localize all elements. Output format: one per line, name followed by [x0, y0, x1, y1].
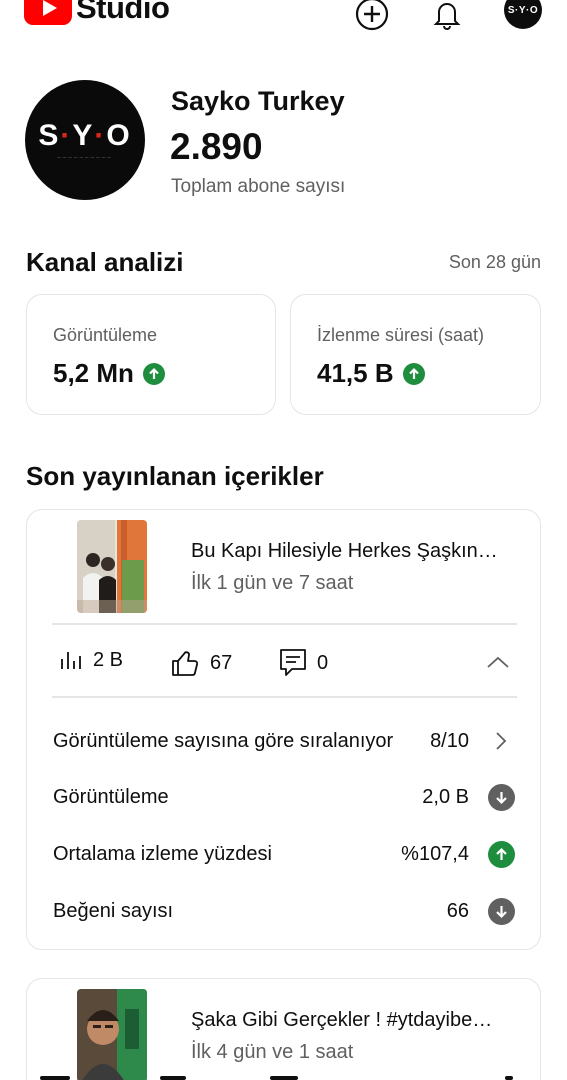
video-title[interactable]: Bu Kapı Hilesiyle Herkes Şaşkın…	[191, 540, 521, 563]
top-bar: Studio S·Y·O	[0, 0, 567, 40]
arrow-up-circle-icon	[487, 840, 515, 868]
chevron-right-icon	[487, 727, 515, 755]
recent-content-title: Son yayınlanan içerikler	[26, 461, 324, 491]
arrow-down-circle-icon	[487, 897, 515, 925]
metric-card-watch-time[interactable]: İzlenme süresi (saat) 41,5 B	[290, 294, 541, 415]
trend-up-icon	[142, 362, 165, 385]
nav-item-more[interactable]	[505, 1076, 513, 1080]
metric-label: Görüntüleme	[53, 325, 158, 345]
nav-item-analytics[interactable]	[270, 1076, 298, 1080]
row-value: 8/10	[430, 729, 469, 752]
metric-value: 5,2 Mn	[53, 358, 165, 389]
video-thumbnail[interactable]	[77, 989, 147, 1080]
likes-stat: 67	[170, 648, 232, 678]
youtube-play-icon	[24, 0, 72, 25]
row-label: Ortalama izleme yüzdesi	[53, 842, 272, 865]
metric-value: 41,5 B	[317, 358, 425, 389]
arrow-down-circle-icon	[487, 783, 515, 811]
avg-watch-percent-row: Ortalama izleme yüzdesi %107,4	[53, 834, 515, 874]
bottom-navigation-bar	[0, 1072, 567, 1080]
ranking-row[interactable]: Görüntüleme sayısına göre sıralanıyor 8/…	[53, 721, 515, 761]
video-title[interactable]: Şaka Gibi Gerçekler ! #ytdayibe…	[191, 1009, 521, 1032]
divider	[52, 696, 517, 698]
divider	[52, 623, 517, 625]
subscriber-count-label: Toplam abone sayısı	[171, 176, 346, 197]
likes-row: Beğeni sayısı 66	[53, 891, 515, 931]
likes-count: 67	[210, 651, 233, 674]
chevron-up-icon[interactable]	[485, 650, 511, 676]
comments-count: 0	[317, 651, 329, 674]
analytics-title: Kanal analizi	[26, 247, 184, 277]
views-count: 2 B	[93, 648, 124, 671]
video-card: Şaka Gibi Gerçekler ! #ytdayibe… İlk 4 g…	[26, 978, 541, 1080]
thumbs-up-icon	[172, 651, 199, 676]
row-value: %107,4	[401, 842, 469, 865]
row-label: Görüntüleme	[53, 785, 169, 808]
channel-logo: S·Y·O	[38, 119, 132, 152]
comment-icon	[280, 649, 306, 676]
views-row: Görüntüleme 2,0 B	[53, 777, 515, 817]
nav-item-home[interactable]	[40, 1076, 70, 1080]
row-value: 66	[446, 899, 469, 922]
video-age: İlk 4 gün ve 1 saat	[191, 1041, 354, 1063]
account-avatar[interactable]: S·Y·O	[504, 0, 542, 29]
metric-label: İzlenme süresi (saat)	[317, 325, 485, 345]
row-value: 2,0 B	[422, 785, 469, 808]
channel-logo-underline: ──────────	[57, 155, 113, 161]
nav-item-content[interactable]	[160, 1076, 186, 1080]
logo-text: Studio	[76, 0, 170, 25]
metric-card-views[interactable]: Görüntüleme 5,2 Mn	[26, 294, 276, 415]
trend-up-icon	[402, 362, 425, 385]
views-stat: 2 B	[59, 648, 123, 672]
subscriber-count: 2.890	[170, 126, 263, 167]
comments-stat: 0	[279, 648, 328, 678]
video-thumbnail[interactable]	[77, 520, 147, 613]
bell-icon[interactable]	[429, 0, 465, 32]
create-icon[interactable]	[354, 0, 390, 32]
youtube-studio-logo[interactable]: Studio	[24, 0, 170, 26]
row-label: Beğeni sayısı	[53, 899, 174, 922]
bar-chart-icon	[61, 652, 81, 669]
channel-name: Sayko Turkey	[171, 86, 345, 116]
video-age: İlk 1 gün ve 7 saat	[191, 572, 354, 594]
channel-avatar[interactable]: S·Y·O ──────────	[25, 80, 145, 200]
analytics-period[interactable]: Son 28 gün	[449, 252, 541, 273]
video-card: Bu Kapı Hilesiyle Herkes Şaşkın… İlk 1 g…	[26, 509, 541, 950]
row-label: Görüntüleme sayısına göre sıralanıyor	[53, 729, 394, 752]
